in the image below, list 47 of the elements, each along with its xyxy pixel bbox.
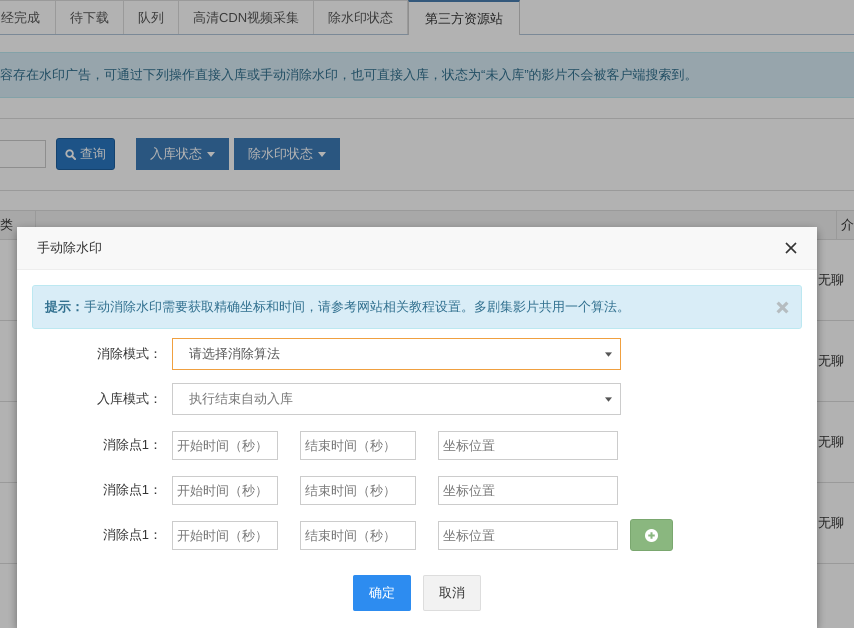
- close-button[interactable]: [783, 240, 799, 256]
- caret-icon: [605, 352, 612, 356]
- column-header: 类: [0, 216, 13, 234]
- close-icon: [776, 300, 789, 314]
- select-field[interactable]: 请选择消除算法: [172, 338, 621, 370]
- search-field[interactable]: [0, 140, 46, 168]
- tab[interactable]: 队列: [124, 0, 179, 34]
- input-field[interactable]: 坐标位置: [438, 430, 618, 460]
- cancel-button[interactable]: 取消: [423, 575, 481, 611]
- dropdown-button[interactable]: 入库状态: [136, 138, 229, 170]
- input-field[interactable]: 开始时间（秒）: [172, 520, 278, 550]
- dropdown-button[interactable]: 除水印状态: [234, 138, 340, 170]
- tab[interactable]: 经完成: [0, 0, 56, 34]
- add-button[interactable]: [630, 519, 673, 551]
- caret-icon: [605, 396, 612, 402]
- plus-icon: [645, 528, 658, 542]
- caret-icon: [207, 152, 215, 156]
- input-field[interactable]: 坐标位置: [438, 476, 618, 504]
- input-field[interactable]: 结束时间（秒）: [300, 520, 416, 550]
- table-cell: 无聊: [818, 433, 844, 451]
- dialog-title: 手动除水印: [37, 239, 102, 257]
- confirm-button[interactable]: 确定: [353, 575, 411, 611]
- tab[interactable]: 高清CDN视频采集: [179, 0, 314, 34]
- tab[interactable]: 待下载: [56, 0, 124, 34]
- field-label: 消除模式：: [96, 345, 163, 363]
- table-cell: 无聊: [818, 352, 844, 370]
- input-field[interactable]: 开始时间（秒）: [172, 430, 278, 460]
- input-field[interactable]: 坐标位置: [438, 520, 618, 550]
- tab[interactable]: 除水印状态: [314, 0, 408, 34]
- select-field[interactable]: 执行结束自动入库: [172, 383, 621, 415]
- input-field[interactable]: 开始时间（秒）: [172, 476, 278, 504]
- field-label: 入库模式：: [96, 390, 163, 408]
- field-label: 消除点1：: [102, 526, 163, 544]
- hint-text: 提示：手动消除水印需要获取精确坐标和时间，请参考网站相关教程设置。多剧集影片共用一个算法。: [45, 298, 630, 316]
- input-field[interactable]: 结束时间（秒）: [300, 476, 416, 504]
- caret-icon: [318, 152, 326, 156]
- close-icon: [785, 242, 797, 254]
- column-header: 介: [841, 216, 854, 234]
- info-text: 容存在水印广告，可通过下列操作直接入库或手动消除水印，也可直接入库，状态为“未入库”的影片不会被客户端搜索到。: [0, 66, 698, 84]
- tab[interactable]: 第三方资源站: [408, 0, 520, 35]
- table-cell: 无聊: [818, 514, 844, 532]
- field-label: 消除点1：: [102, 436, 163, 454]
- search-button[interactable]: 查询: [56, 138, 115, 170]
- input-field[interactable]: 结束时间（秒）: [300, 430, 416, 460]
- table-cell: 无聊: [818, 271, 844, 289]
- field-label: 消除点1：: [102, 481, 163, 499]
- search-icon: [65, 148, 76, 160]
